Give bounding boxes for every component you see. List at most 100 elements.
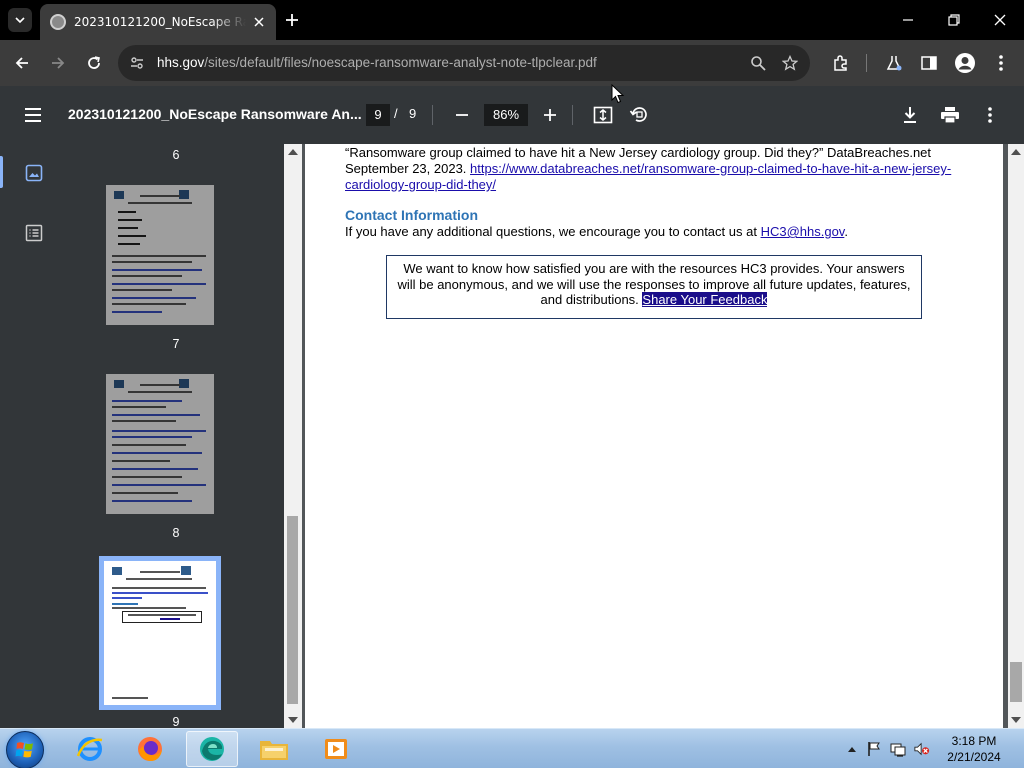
reload-button[interactable]: [82, 51, 106, 75]
scroll-up-arrow-icon[interactable]: [1011, 149, 1021, 155]
labs-button[interactable]: [883, 52, 905, 74]
side-panel-button[interactable]: [918, 52, 940, 74]
thumbnail-page-label: 8: [172, 526, 180, 540]
tune-icon: [131, 57, 143, 69]
contact-email-link[interactable]: HC3@hhs.gov: [761, 224, 845, 239]
download-button[interactable]: [898, 103, 922, 127]
zoom-out-button[interactable]: [450, 103, 474, 127]
tab-search-button[interactable]: [8, 8, 32, 32]
contact-line: If you have any additional questions, we…: [345, 224, 848, 239]
start-button[interactable]: [6, 731, 44, 768]
thumb-line: [118, 211, 136, 213]
network-tray-icon[interactable]: [890, 741, 906, 757]
system-clock[interactable]: 3:18 PM 2/21/2024: [934, 733, 1014, 765]
media-player-icon: [325, 739, 347, 759]
taskbar-internet-explorer[interactable]: [64, 731, 116, 767]
list-outline-icon: [25, 224, 43, 242]
thumb-line: [118, 243, 140, 245]
outline-view-button[interactable]: [24, 223, 44, 243]
site-info-button[interactable]: [128, 54, 146, 72]
fit-to-page-button[interactable]: [591, 103, 615, 127]
reference-url-link[interactable]: https://www.databreaches.net/ransomware-…: [470, 161, 951, 176]
action-center-tray-icon[interactable]: [866, 741, 882, 757]
scroll-down-arrow-icon[interactable]: [1011, 717, 1021, 723]
reference-line-1: “Ransomware group claimed to have hit a …: [345, 145, 932, 160]
url-host: hhs.gov: [157, 55, 205, 70]
browser-menu-button[interactable]: [990, 52, 1012, 74]
forward-button[interactable]: [46, 51, 70, 75]
feedback-line-1: We want to know how satisfied you are wi…: [403, 261, 905, 276]
close-icon: [994, 14, 1006, 26]
taskbar-file-explorer[interactable]: [248, 731, 300, 767]
url-text[interactable]: hhs.gov/sites/default/files/noescape-ran…: [157, 55, 597, 70]
thumb-line: [128, 614, 196, 616]
contact-heading: Contact Information: [345, 207, 478, 223]
thumb-line: [126, 578, 192, 580]
magnifier-icon: [751, 56, 766, 71]
scrollbar-thumb[interactable]: [1010, 662, 1022, 702]
plus-icon: [286, 14, 298, 26]
thumb-line: [112, 468, 198, 470]
pdf-toolbar: 202310121200_NoEscape Ransomware An... 9…: [0, 86, 1024, 144]
thumb-line: [140, 571, 180, 573]
pdf-sidebar-toggle[interactable]: [22, 104, 44, 126]
speaker-muted-icon: [914, 742, 930, 756]
arrow-right-icon: [52, 57, 65, 69]
thumb-line: [112, 444, 186, 446]
document-scrollbar[interactable]: [1008, 144, 1024, 728]
show-hidden-icons-button[interactable]: [844, 741, 860, 757]
scroll-down-arrow-icon[interactable]: [288, 717, 298, 723]
thumbnail-page-label: 7: [172, 337, 180, 351]
thumb-line: [112, 476, 182, 478]
active-tab[interactable]: 202310121200_NoEscape Ransomware Analyst…: [40, 4, 276, 40]
windows-taskbar: 3:18 PM 2/21/2024: [0, 728, 1024, 768]
address-bar[interactable]: hhs.gov/sites/default/files/noescape-ran…: [118, 45, 810, 81]
thumb-line: [112, 297, 196, 299]
thumb-line: [112, 400, 182, 402]
feedback-text: and distributions.: [540, 292, 643, 307]
taskbar-media-player[interactable]: [310, 731, 362, 767]
pdf-more-button[interactable]: [978, 103, 1002, 127]
thumb-line: [128, 391, 192, 393]
pdf-document-area: “Ransomware group claimed to have hit a …: [302, 144, 1008, 728]
scrollbar-thumb[interactable]: [287, 516, 298, 704]
close-icon: [254, 17, 264, 27]
taskbar-edge[interactable]: [186, 731, 238, 767]
thumb-line: [112, 697, 148, 699]
restore-button[interactable]: [940, 6, 968, 34]
browser-toolbar: hhs.gov/sites/default/files/noescape-ran…: [0, 40, 1024, 86]
thumbnail-page-7[interactable]: [106, 185, 214, 325]
minus-icon: [456, 114, 468, 116]
share-feedback-link[interactable]: Share Your Feedback: [642, 292, 768, 307]
profile-button[interactable]: [954, 52, 976, 74]
thumbnail-page-9[interactable]: [99, 556, 221, 710]
close-window-button[interactable]: [986, 6, 1014, 34]
new-tab-button[interactable]: [282, 10, 302, 30]
thumb-line: [140, 384, 180, 386]
browser-tab-strip: 202310121200_NoEscape Ransomware Analyst…: [0, 0, 1024, 40]
more-vertical-icon: [999, 55, 1003, 71]
bookmark-button[interactable]: [780, 53, 800, 73]
zoom-indicator-button[interactable]: [748, 53, 768, 73]
thumbnails-view-button[interactable]: [24, 163, 44, 183]
back-button[interactable]: [10, 51, 34, 75]
scroll-up-arrow-icon[interactable]: [288, 149, 298, 155]
zoom-in-button[interactable]: [538, 103, 562, 127]
thumb-line: [112, 269, 202, 271]
reference-url-link-continued[interactable]: cardiology-group-did-they/: [345, 177, 496, 192]
thumbnail-scrollbar[interactable]: [284, 144, 302, 728]
print-button[interactable]: [938, 103, 962, 127]
thumb-line: [112, 420, 176, 422]
tab-close-button[interactable]: [250, 13, 268, 31]
page-number-input[interactable]: 9: [366, 104, 390, 126]
taskbar-firefox[interactable]: [124, 731, 176, 767]
zoom-level-input[interactable]: 86%: [484, 104, 528, 126]
windows-logo-icon: [15, 742, 33, 758]
extensions-button[interactable]: [830, 52, 852, 74]
thumb-line: [112, 452, 202, 454]
minimize-button[interactable]: [894, 6, 922, 34]
thumbnail-page-8[interactable]: [106, 374, 214, 514]
thumb-line: [112, 607, 186, 609]
volume-tray-icon[interactable]: [914, 741, 930, 757]
rotate-button[interactable]: [627, 103, 651, 127]
